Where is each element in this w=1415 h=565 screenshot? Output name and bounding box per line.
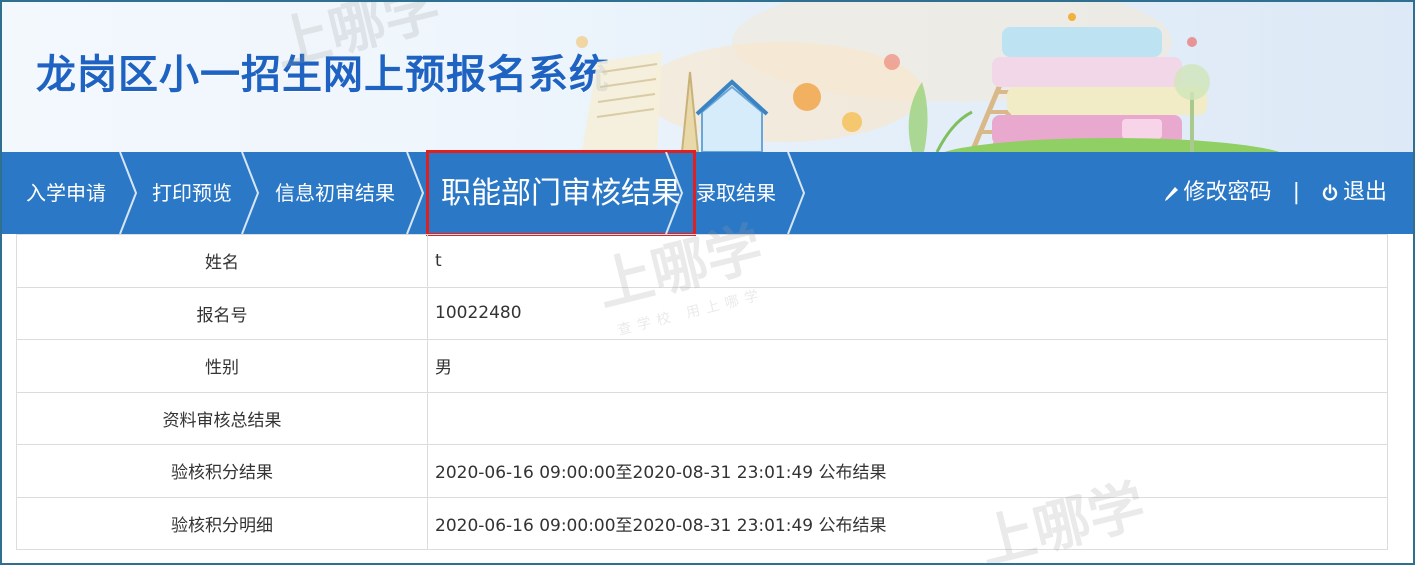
table-row: 验核积分明细 2020-06-16 09:00:00至2020-08-31 23… xyxy=(16,496,1388,550)
nav-separator-chevron xyxy=(406,152,425,234)
nav-item-initial-review[interactable]: 信息初审结果 xyxy=(275,152,395,234)
nav-item-apply[interactable]: 入学申请 xyxy=(26,152,106,234)
nav-separator-chevron xyxy=(119,152,138,234)
nav-item-department-review[interactable]: 职能部门审核结果 xyxy=(426,150,696,236)
power-icon xyxy=(1322,184,1338,201)
row-label-gender: 性别 xyxy=(16,339,428,393)
row-value-name: t xyxy=(427,234,1388,288)
pencil-icon xyxy=(1164,187,1178,201)
row-value-document-review-result xyxy=(427,391,1388,445)
table-row: 报名号 10022480 xyxy=(16,286,1388,340)
page-frame: 龙岗区小一招生网上预报名系统 入学申请 打印预览 信息初审结果 职能部门审核结果… xyxy=(0,0,1415,565)
row-label-points-result: 验核积分结果 xyxy=(16,444,428,498)
row-label-document-review-result: 资料审核总结果 xyxy=(16,391,428,445)
applicant-info-table: 姓名 t 报名号 10022480 性别 男 资料审核总结果 验核积分结果 20… xyxy=(16,234,1388,550)
nav-separator-chevron xyxy=(787,152,806,234)
row-label-points-detail: 验核积分明细 xyxy=(16,496,428,550)
row-value-registration-number: 10022480 xyxy=(427,286,1388,340)
nav-item-print-preview[interactable]: 打印预览 xyxy=(152,152,232,234)
nav-action-separator: | xyxy=(1292,180,1300,205)
header-banner: 龙岗区小一招生网上预报名系统 xyxy=(2,2,1413,152)
row-label-registration-number: 报名号 xyxy=(16,286,428,340)
nav-user-actions: 修改密码 | 退出 xyxy=(1164,152,1387,234)
change-password-link[interactable]: 修改密码 xyxy=(1164,180,1279,205)
row-value-gender: 男 xyxy=(427,339,1388,393)
change-password-label: 修改密码 xyxy=(1183,180,1272,205)
table-row: 性别 男 xyxy=(16,339,1388,393)
row-value-points-result: 2020-06-16 09:00:00至2020-08-31 23:01:49 … xyxy=(427,444,1388,498)
main-nav: 入学申请 打印预览 信息初审结果 职能部门审核结果 录取结果 修改密码 | 退出 xyxy=(2,150,1413,236)
nav-separator-chevron xyxy=(665,152,684,234)
nav-separator-chevron xyxy=(241,152,260,234)
logout-label: 退出 xyxy=(1342,180,1387,205)
logout-link[interactable]: 退出 xyxy=(1321,180,1387,205)
table-row: 验核积分结果 2020-06-16 09:00:00至2020-08-31 23… xyxy=(16,444,1388,498)
table-row: 资料审核总结果 xyxy=(16,391,1388,445)
row-label-name: 姓名 xyxy=(16,234,428,288)
banner-illustration xyxy=(576,2,1280,152)
nav-item-admission-result[interactable]: 录取结果 xyxy=(696,152,776,234)
table-row: 姓名 t xyxy=(16,234,1388,288)
row-value-points-detail: 2020-06-16 09:00:00至2020-08-31 23:01:49 … xyxy=(427,496,1388,550)
